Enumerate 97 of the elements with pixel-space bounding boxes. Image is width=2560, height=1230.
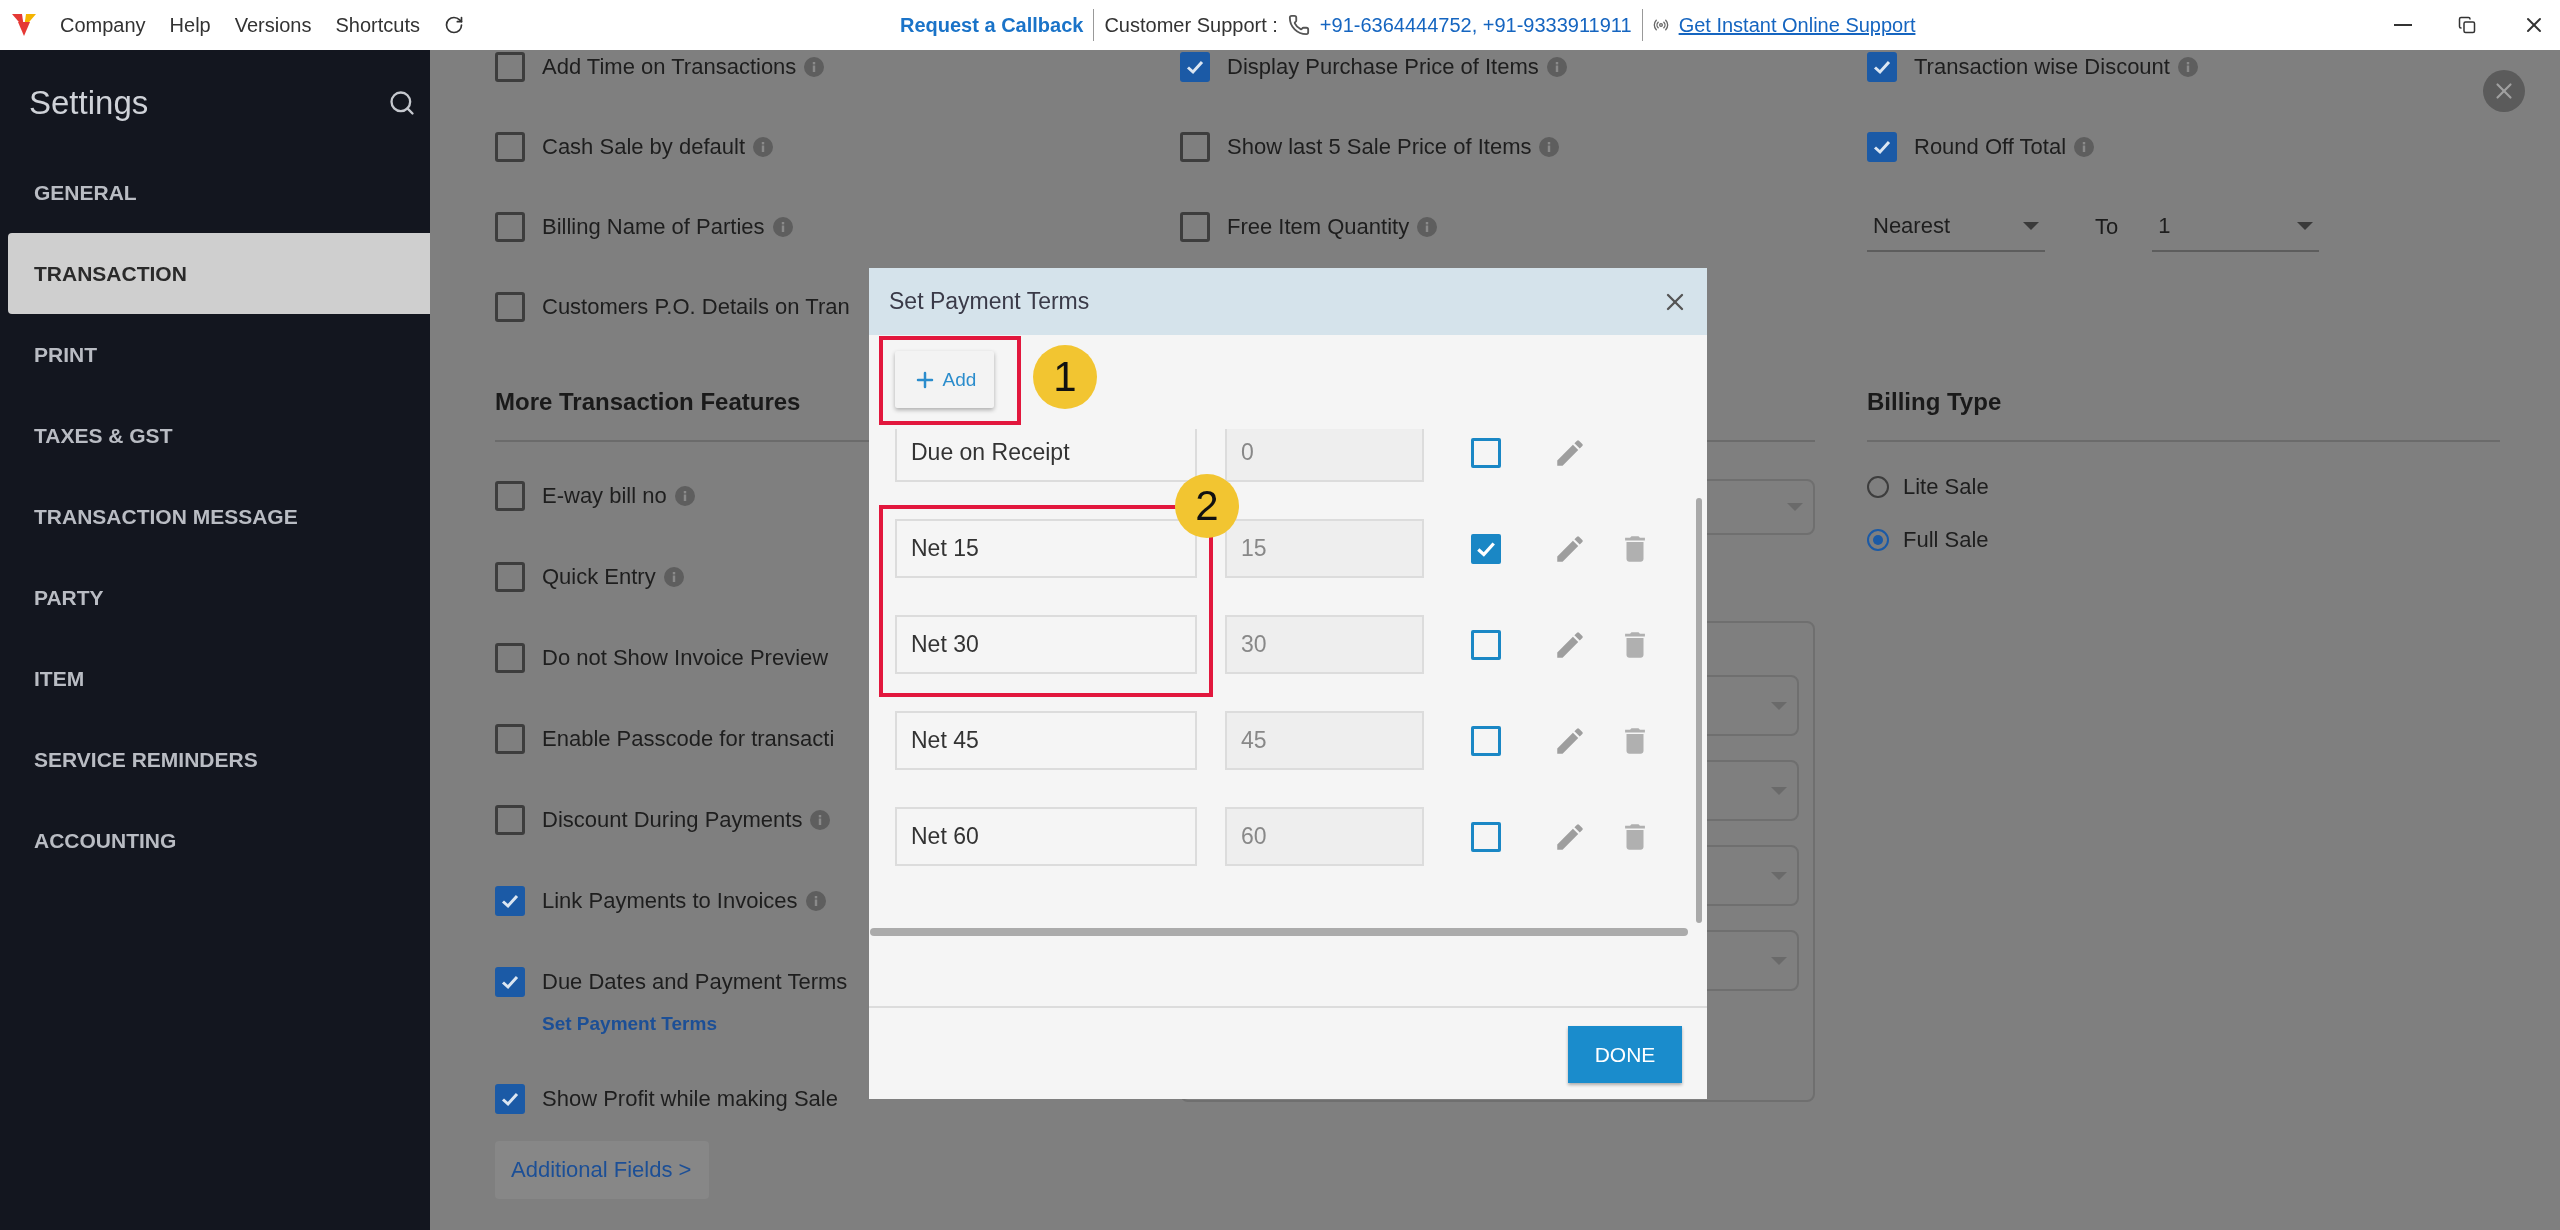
sidebar-item[interactable]: PARTY bbox=[8, 557, 430, 638]
checkbox[interactable] bbox=[1867, 52, 1897, 82]
option-label: Quick Entry bbox=[542, 564, 656, 590]
checkbox[interactable] bbox=[495, 562, 525, 592]
info-icon[interactable] bbox=[1539, 137, 1560, 157]
sidebar-item[interactable]: TRANSACTION MESSAGE bbox=[8, 476, 430, 557]
option-label: Customers P.O. Details on Tran bbox=[542, 294, 850, 320]
option-label: Display Purchase Price of Items bbox=[1227, 54, 1539, 80]
checkbox[interactable] bbox=[495, 52, 525, 82]
info-icon[interactable] bbox=[1546, 57, 1567, 77]
info-icon[interactable] bbox=[805, 891, 826, 911]
sidebar-item[interactable]: TRANSACTION bbox=[8, 233, 430, 314]
checkbox[interactable] bbox=[495, 1084, 525, 1114]
sidebar-item[interactable]: ACCOUNTING bbox=[8, 800, 430, 881]
logo-icon bbox=[12, 14, 36, 36]
option-label: Do not Show Invoice Preview bbox=[542, 645, 829, 671]
checkbox[interactable] bbox=[495, 292, 525, 322]
option-label: E-way bill no bbox=[542, 483, 667, 509]
sidebar-title: Settings bbox=[29, 84, 149, 122]
sidebar-item[interactable]: ITEM bbox=[8, 638, 430, 719]
sidebar-item[interactable]: SERVICE REMINDERS bbox=[8, 719, 430, 800]
rounding-dropdown[interactable]: Nearest bbox=[1867, 202, 2045, 252]
sidebar-item[interactable]: TAXES & GST bbox=[8, 395, 430, 476]
term-name-field[interactable]: Net 45 bbox=[895, 711, 1197, 770]
option-label: Show Profit while making Sale bbox=[542, 1086, 838, 1112]
checkbox[interactable] bbox=[1180, 52, 1210, 82]
rounding-dropdown[interactable]: 1 bbox=[2152, 202, 2320, 252]
checkbox[interactable] bbox=[1471, 725, 1501, 756]
option-label: Transaction wise Discount bbox=[1914, 54, 2170, 80]
phone-icon bbox=[1287, 14, 1310, 36]
info-icon[interactable] bbox=[674, 486, 695, 506]
option-label: Due Dates and Payment Terms bbox=[542, 969, 848, 995]
info-icon[interactable] bbox=[772, 217, 793, 237]
option-label: Round Off Total bbox=[1914, 134, 2067, 160]
support-label: Customer Support : bbox=[1104, 13, 1278, 37]
search-icon[interactable] bbox=[388, 89, 416, 117]
caret-icon bbox=[2297, 222, 2314, 230]
option-label: Link Payments to Invoices bbox=[542, 888, 798, 914]
option-label: Enable Passcode for transacti bbox=[542, 726, 835, 752]
sidebar-item[interactable]: PRINT bbox=[8, 314, 430, 395]
callback-link[interactable]: Request a Callback bbox=[900, 13, 1084, 37]
menu-item[interactable]: Company bbox=[60, 13, 146, 37]
checkbox[interactable] bbox=[495, 724, 525, 754]
done-button[interactable]: DONE bbox=[1568, 1026, 1682, 1083]
term-name-field[interactable]: Due on Receipt bbox=[895, 429, 1197, 482]
menu-item[interactable]: Help bbox=[169, 13, 211, 37]
info-icon[interactable] bbox=[2074, 137, 2095, 157]
option-label: Discount During Payments bbox=[542, 807, 803, 833]
term-name-field[interactable]: Net 15 bbox=[895, 519, 1197, 578]
menu-item[interactable]: Versions bbox=[234, 13, 312, 37]
online-support-link[interactable]: Get Instant Online Support bbox=[1678, 13, 1916, 37]
checkbox[interactable] bbox=[495, 805, 525, 835]
refresh-icon[interactable] bbox=[443, 15, 464, 35]
checkbox[interactable] bbox=[495, 481, 525, 511]
checkbox[interactable] bbox=[1471, 629, 1501, 660]
info-icon[interactable] bbox=[804, 57, 825, 77]
option-label: Add Time on Transactions bbox=[542, 54, 797, 80]
term-name-field[interactable]: Net 30 bbox=[895, 615, 1197, 674]
checkbox[interactable] bbox=[1471, 533, 1501, 564]
restore-button[interactable] bbox=[2458, 16, 2476, 34]
checkbox[interactable] bbox=[495, 967, 525, 997]
checkbox[interactable] bbox=[495, 643, 525, 673]
info-icon[interactable] bbox=[753, 137, 774, 157]
option-label: Free Item Quantity bbox=[1227, 214, 1410, 240]
info-icon[interactable] bbox=[2177, 57, 2198, 77]
option-label: Cash Sale by default bbox=[542, 134, 746, 160]
scrollbar[interactable] bbox=[870, 928, 1688, 936]
checkbox[interactable] bbox=[495, 132, 525, 162]
checkbox[interactable] bbox=[1471, 821, 1501, 852]
checkbox[interactable] bbox=[495, 212, 525, 242]
to-label: To bbox=[2095, 214, 2119, 240]
option-label: Show last 5 Sale Price of Items bbox=[1227, 134, 1532, 160]
radio-button[interactable] bbox=[1867, 476, 1889, 498]
checkbox[interactable] bbox=[1471, 437, 1501, 468]
info-icon[interactable] bbox=[810, 810, 831, 830]
dialog-title: Set Payment Terms bbox=[889, 288, 1090, 315]
option-label: Billing Name of Parties bbox=[542, 214, 765, 240]
scrollbar[interactable] bbox=[1696, 498, 1702, 923]
radio-label: Full Sale bbox=[1903, 527, 1989, 553]
sidebar-item[interactable]: GENERAL bbox=[8, 152, 430, 233]
checkbox[interactable] bbox=[1180, 212, 1210, 242]
step-badge: 1 bbox=[1033, 345, 1097, 409]
checkbox[interactable] bbox=[1180, 132, 1210, 162]
caret-icon bbox=[2023, 222, 2039, 230]
signal-icon bbox=[1652, 17, 1669, 33]
radio-label: Lite Sale bbox=[1903, 474, 1989, 500]
info-icon[interactable] bbox=[663, 567, 684, 587]
minimize-icon bbox=[2394, 24, 2412, 26]
support-phones: +91-6364444752, +91-9333911911 bbox=[1319, 13, 1632, 37]
checkbox[interactable] bbox=[1867, 132, 1897, 162]
menu-item[interactable]: Shortcuts bbox=[335, 13, 420, 37]
term-name-field[interactable]: Net 60 bbox=[895, 807, 1197, 866]
checkbox[interactable] bbox=[495, 886, 525, 916]
radio-button[interactable] bbox=[1867, 529, 1889, 551]
info-icon[interactable] bbox=[1417, 217, 1438, 237]
restore-icon bbox=[2458, 16, 2476, 34]
section-heading: Billing Type bbox=[1867, 388, 2002, 415]
